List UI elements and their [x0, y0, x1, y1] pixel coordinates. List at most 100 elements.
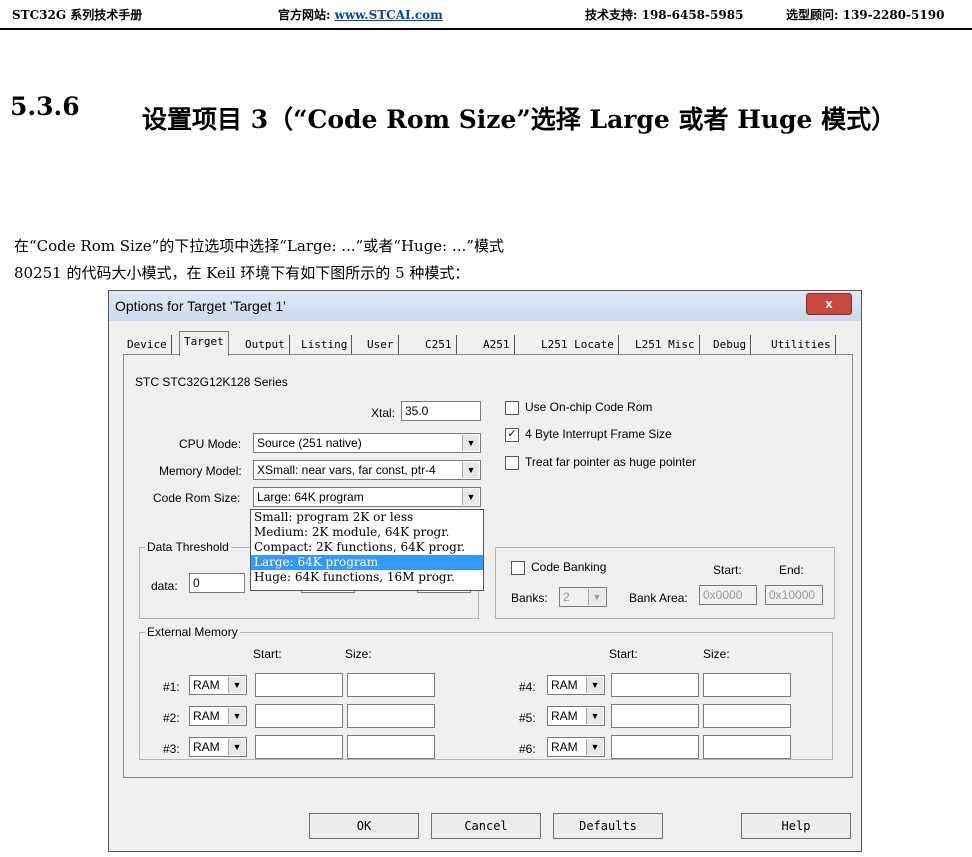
code-rom-option-huge[interactable]: Huge: 64K functions, 16M progr. [251, 570, 483, 585]
tab-a251[interactable]: A251 [479, 335, 515, 355]
ext-type-select[interactable]: RAM ▼ [189, 675, 247, 695]
code-banking-checkbox[interactable] [511, 561, 525, 575]
interrupt-frame-checkbox[interactable]: ✓ [505, 428, 519, 442]
data-threshold-title: Data Threshold [145, 540, 231, 554]
tab-user[interactable]: User [363, 335, 399, 355]
ext-start-label-right: Start: [609, 647, 638, 661]
tab-debug[interactable]: Debug [709, 335, 752, 355]
advisor-phone: 选型顾问: 139-2280-5190 [786, 8, 945, 22]
ext-size-input[interactable] [347, 735, 435, 759]
ext-size-label-left: Size: [345, 647, 372, 661]
ext-size-input[interactable] [703, 673, 791, 697]
data-label: data: [151, 579, 178, 593]
tab-bar: Device Target Output Listing User C251 A… [123, 331, 843, 356]
ok-button[interactable]: OK [309, 813, 419, 839]
chevron-down-icon: ▼ [228, 677, 245, 693]
ext-row-label: #1: [163, 680, 180, 694]
tab-c251[interactable]: C251 [421, 335, 457, 355]
tab-l251-locate[interactable]: L251 Locate [537, 335, 619, 355]
ext-type-select[interactable]: RAM ▼ [189, 706, 247, 726]
website-link[interactable]: www.STCAI.com [335, 8, 443, 22]
paragraph-1: 在“Code Rom Size”的下拉选项中选择“Large: ...”或者“H… [14, 237, 504, 255]
huge-pointer-label: Treat far pointer as huge pointer [525, 455, 696, 469]
bank-start-input[interactable]: 0x0000 [699, 585, 757, 605]
code-rom-option-medium[interactable]: Medium: 2K module, 64K progr. [251, 525, 483, 540]
code-banking-label: Code Banking [531, 560, 607, 574]
ext-type-select[interactable]: RAM ▼ [189, 737, 247, 757]
data-input[interactable]: 0 [189, 573, 245, 593]
section-number: 5.3.6 [10, 92, 80, 121]
memory-model-select[interactable]: XSmall: near vars, far const, ptr-4 ▼ [253, 460, 481, 480]
ext-start-input[interactable] [255, 704, 343, 728]
tab-device[interactable]: Device [123, 335, 172, 355]
ext-size-input[interactable] [347, 673, 435, 697]
on-chip-rom-checkbox[interactable] [505, 401, 519, 415]
chevron-down-icon: ▼ [586, 739, 603, 755]
ext-row-label: #3: [163, 742, 180, 756]
huge-pointer-checkbox[interactable] [505, 456, 519, 470]
chevron-down-icon: ▼ [588, 589, 605, 605]
banks-label: Banks: [511, 591, 548, 605]
chevron-down-icon: ▼ [462, 462, 479, 478]
ext-row-label: #2: [163, 711, 180, 725]
manual-title: STC32G 系列技术手册 [12, 8, 143, 22]
ext-size-input[interactable] [347, 704, 435, 728]
ext-start-input[interactable] [255, 673, 343, 697]
ext-start-input[interactable] [611, 673, 699, 697]
support-phone: 技术支持: 198-6458-5985 [585, 8, 744, 22]
ext-start-input[interactable] [255, 735, 343, 759]
ext-row-label: #5: [519, 711, 536, 725]
tab-output[interactable]: Output [241, 335, 290, 355]
paragraph-2: 80251 的代码大小模式，在 Keil 环境下有如下图所示的 5 种模式： [14, 264, 470, 282]
xtal-input[interactable]: 35.0 [401, 401, 481, 421]
tab-utilities[interactable]: Utilities [767, 335, 836, 355]
code-rom-option-large[interactable]: Large: 64K program [251, 555, 483, 570]
ext-start-label-left: Start: [253, 647, 282, 661]
options-dialog: Options for Target 'Target 1' x Device T… [108, 290, 862, 852]
chevron-down-icon: ▼ [228, 708, 245, 724]
chevron-down-icon: ▼ [462, 435, 479, 451]
code-rom-option-small[interactable]: Small: program 2K or less [251, 510, 483, 525]
chevron-down-icon: ▼ [586, 708, 603, 724]
external-memory-title: External Memory [145, 625, 240, 639]
interrupt-frame-label: 4 Byte Interrupt Frame Size [525, 427, 672, 441]
close-button[interactable]: x [806, 293, 852, 315]
memory-model-label: Memory Model: [159, 464, 242, 478]
cpu-mode-select[interactable]: Source (251 native) ▼ [253, 433, 481, 453]
tab-l251-misc[interactable]: L251 Misc [631, 335, 700, 355]
page-header: STC32G 系列技术手册 官方网站: www.STCAI.com 技术支持: … [0, 0, 972, 30]
on-chip-rom-label: Use On-chip Code Rom [525, 400, 653, 414]
ext-type-select[interactable]: RAM ▼ [547, 675, 605, 695]
ext-size-input[interactable] [703, 735, 791, 759]
code-rom-dropdown: Small: program 2K or less Medium: 2K mod… [250, 509, 484, 591]
code-rom-label: Code Rom Size: [153, 491, 241, 505]
ext-type-select[interactable]: RAM ▼ [547, 737, 605, 757]
dialog-titlebar[interactable]: Options for Target 'Target 1' x [109, 291, 861, 321]
code-rom-select[interactable]: Large: 64K program ▼ [253, 487, 481, 507]
ext-start-input[interactable] [611, 735, 699, 759]
dialog-title: Options for Target 'Target 1' [115, 298, 286, 314]
code-rom-option-compact[interactable]: Compact: 2K functions, 64K progr. [251, 540, 483, 555]
section-title: 设置项目 3（“Code Rom Size”选择 Large 或者 Huge 模… [142, 105, 897, 134]
bank-end-label: End: [779, 563, 804, 577]
tab-target[interactable]: Target [179, 331, 229, 356]
help-button[interactable]: Help [741, 813, 851, 839]
chevron-down-icon: ▼ [228, 739, 245, 755]
chevron-down-icon: ▼ [586, 677, 603, 693]
device-name: STC STC32G12K128 Series [135, 375, 288, 389]
banks-select[interactable]: 2 ▼ [559, 587, 607, 607]
ext-type-select[interactable]: RAM ▼ [547, 706, 605, 726]
website-label: 官方网站: www.STCAI.com [278, 8, 443, 22]
bank-end-input[interactable]: 0x10000 [765, 585, 823, 605]
defaults-button[interactable]: Defaults [553, 813, 663, 839]
cpu-mode-label: CPU Mode: [179, 437, 242, 451]
tab-listing[interactable]: Listing [297, 335, 353, 355]
ext-row-label: #4: [519, 680, 536, 694]
cancel-button[interactable]: Cancel [431, 813, 541, 839]
bank-area-label: Bank Area: [629, 591, 688, 605]
code-banking-group [495, 547, 835, 619]
ext-start-input[interactable] [611, 704, 699, 728]
ext-size-input[interactable] [703, 704, 791, 728]
ext-row-label: #6: [519, 742, 536, 756]
bank-start-label: Start: [713, 563, 742, 577]
